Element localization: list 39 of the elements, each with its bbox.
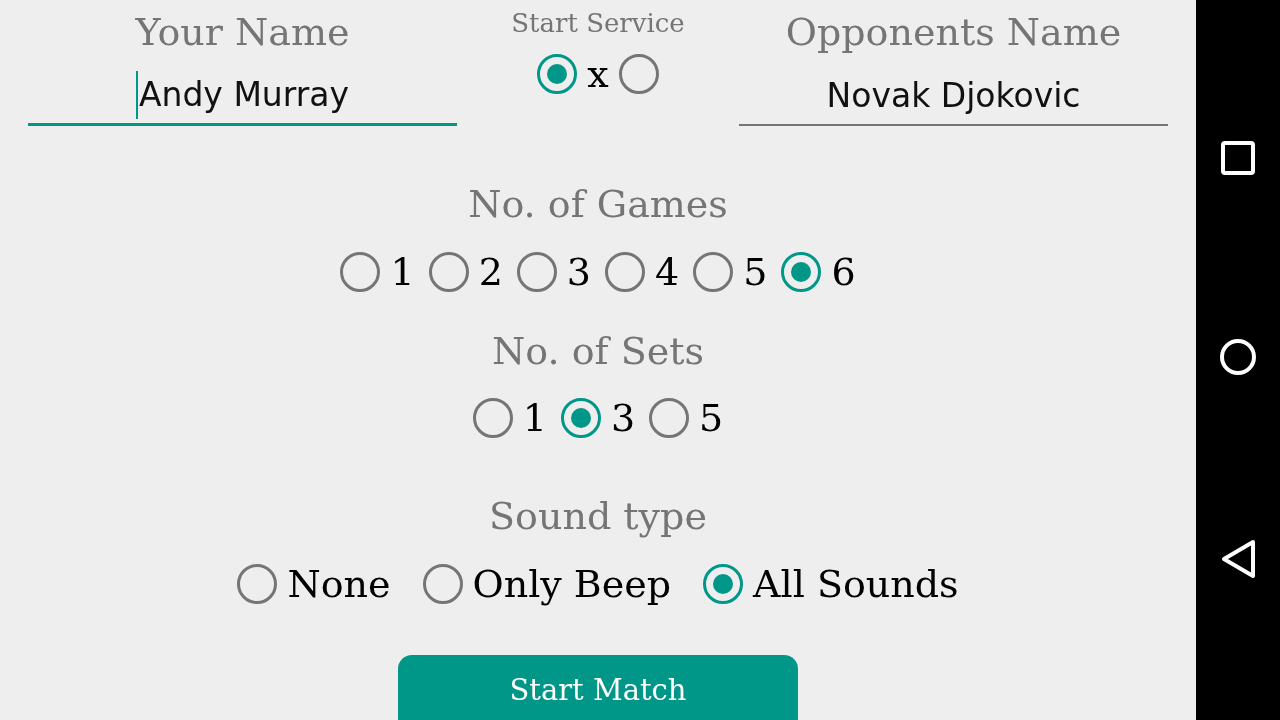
- option-label[interactable]: Only Beep: [472, 560, 672, 608]
- option-label[interactable]: 5: [743, 248, 768, 296]
- radio-button[interactable]: [428, 252, 469, 292]
- radio-button[interactable]: [693, 252, 734, 292]
- option-label[interactable]: None: [287, 560, 391, 608]
- option-label[interactable]: 6: [831, 248, 856, 296]
- radio-button[interactable]: [649, 398, 690, 438]
- back-triangle-icon[interactable]: [1220, 538, 1256, 579]
- section-heading: Sound type: [489, 493, 707, 540]
- name-input-field[interactable]: Andy Murray: [28, 66, 457, 126]
- option-label[interactable]: 2: [478, 248, 503, 296]
- radio-button[interactable]: [237, 564, 278, 604]
- option-label[interactable]: All Sounds: [753, 560, 959, 608]
- radio-button[interactable]: [516, 252, 557, 292]
- radio-button[interactable]: [618, 54, 659, 94]
- field-label: Your Name: [135, 9, 350, 56]
- radio-button[interactable]: [422, 564, 463, 604]
- radio-button-checked[interactable]: [560, 398, 601, 438]
- option-label[interactable]: 3: [610, 394, 636, 442]
- radio-button[interactable]: [472, 398, 513, 438]
- circle-icon[interactable]: [1219, 338, 1257, 376]
- separator-text: x: [587, 54, 609, 94]
- option-label[interactable]: 1: [522, 394, 547, 442]
- option-label[interactable]: 1: [390, 248, 415, 296]
- radio-button-checked[interactable]: [537, 54, 578, 94]
- option-label[interactable]: 3: [566, 248, 591, 296]
- radio-button-checked[interactable]: [703, 564, 744, 604]
- start-service-label: Start Service: [511, 7, 685, 39]
- section-heading: No. of Games: [468, 181, 728, 228]
- option-label[interactable]: 5: [699, 394, 724, 442]
- radio-button[interactable]: [605, 252, 645, 292]
- start-match-button[interactable]: Start Match: [398, 655, 798, 720]
- radio-button-checked[interactable]: [781, 252, 822, 292]
- square-icon[interactable]: [1221, 141, 1255, 176]
- field-label: Opponents Name: [785, 9, 1122, 56]
- radio-button[interactable]: [340, 252, 381, 292]
- section-heading: No. of Sets: [492, 328, 704, 375]
- option-label[interactable]: 4: [655, 248, 680, 296]
- name-input-field[interactable]: Novak Djokovic: [739, 66, 1168, 126]
